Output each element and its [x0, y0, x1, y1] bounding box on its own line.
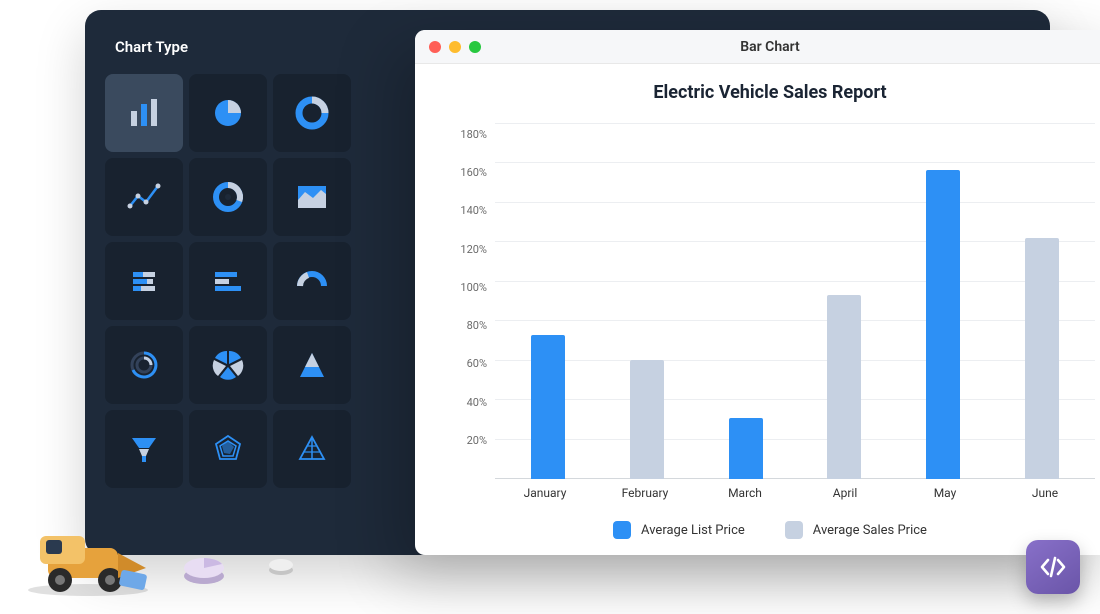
- pie-chart-icon[interactable]: [189, 74, 267, 152]
- bar-group: [630, 123, 664, 479]
- area-chart-icon[interactable]: [273, 158, 351, 236]
- bar-group: [531, 123, 565, 479]
- decor-pie-small-icon: [266, 550, 296, 580]
- funnel-chart-icon[interactable]: [105, 410, 183, 488]
- window-title: Bar Chart: [415, 39, 1100, 55]
- bar-group: [926, 123, 960, 479]
- decor-pie-icon: [180, 542, 228, 590]
- legend: Average List Price Average Sales Price: [445, 521, 1095, 539]
- bar-group: [827, 123, 861, 479]
- app-card: Chart Type: [85, 10, 1050, 555]
- y-tick: 20%: [445, 435, 495, 447]
- x-tick: June: [1010, 486, 1080, 500]
- legend-item-primary: Average List Price: [613, 521, 745, 539]
- bars-container: [495, 123, 1095, 479]
- stacked-bar-h-icon[interactable]: [105, 242, 183, 320]
- broken-pie-icon[interactable]: [189, 326, 267, 404]
- y-axis: 180% 160% 140% 120% 100% 80% 60% 40% 20%: [445, 123, 495, 507]
- ring-chart-icon[interactable]: [189, 158, 267, 236]
- x-tick: February: [610, 486, 680, 500]
- plot-area: January February March April May June: [495, 123, 1095, 507]
- y-tick: 100%: [445, 282, 495, 294]
- bar-group: [729, 123, 763, 479]
- y-tick: 60%: [445, 358, 495, 370]
- legend-label-secondary: Average Sales Price: [813, 523, 927, 538]
- pyramid-chart-icon[interactable]: [273, 326, 351, 404]
- preview-window: Bar Chart Electric Vehicle Sales Report …: [415, 30, 1100, 555]
- chart-type-grid: [105, 74, 350, 488]
- bar-primary: [531, 335, 565, 479]
- chart-title: Electric Vehicle Sales Report: [445, 82, 1095, 103]
- y-tick: 40%: [445, 397, 495, 409]
- legend-swatch-secondary: [785, 521, 803, 539]
- bar-primary: [926, 170, 960, 479]
- x-tick: March: [710, 486, 780, 500]
- legend-item-secondary: Average Sales Price: [785, 521, 927, 539]
- maximize-icon[interactable]: [469, 41, 481, 53]
- gauge-chart-icon[interactable]: [273, 242, 351, 320]
- y-tick: 80%: [445, 320, 495, 332]
- bar-chart-icon[interactable]: [105, 74, 183, 152]
- decor-vehicle-icon: [18, 508, 158, 598]
- wireframe-pyramid-icon[interactable]: [273, 410, 351, 488]
- x-tick: May: [910, 486, 980, 500]
- code-badge-icon: [1026, 540, 1080, 594]
- radial-bar-icon[interactable]: [105, 326, 183, 404]
- bar-group: [1025, 123, 1059, 479]
- donut-chart-icon[interactable]: [273, 74, 351, 152]
- chart-plot: 180% 160% 140% 120% 100% 80% 60% 40% 20% January…: [445, 123, 1095, 507]
- bar-primary: [729, 418, 763, 479]
- window-controls: [429, 41, 481, 53]
- x-axis: January February March April May June: [495, 479, 1095, 507]
- bar-secondary: [630, 360, 664, 479]
- y-tick: 180%: [445, 129, 495, 141]
- horizontal-bar-icon[interactable]: [189, 242, 267, 320]
- x-tick: April: [810, 486, 880, 500]
- y-tick: 160%: [445, 167, 495, 179]
- sidebar: Chart Type: [85, 10, 370, 555]
- y-tick: 140%: [445, 205, 495, 217]
- y-tick: 120%: [445, 244, 495, 256]
- radar-chart-icon[interactable]: [189, 410, 267, 488]
- window-titlebar: Bar Chart: [415, 30, 1100, 64]
- minimize-icon[interactable]: [449, 41, 461, 53]
- bar-secondary: [827, 295, 861, 479]
- close-icon[interactable]: [429, 41, 441, 53]
- line-chart-icon[interactable]: [105, 158, 183, 236]
- sidebar-title: Chart Type: [115, 38, 350, 56]
- bar-secondary: [1025, 238, 1059, 479]
- x-tick: January: [510, 486, 580, 500]
- legend-label-primary: Average List Price: [641, 523, 745, 538]
- window-body: Electric Vehicle Sales Report 180% 160% 14…: [415, 64, 1100, 555]
- legend-swatch-primary: [613, 521, 631, 539]
